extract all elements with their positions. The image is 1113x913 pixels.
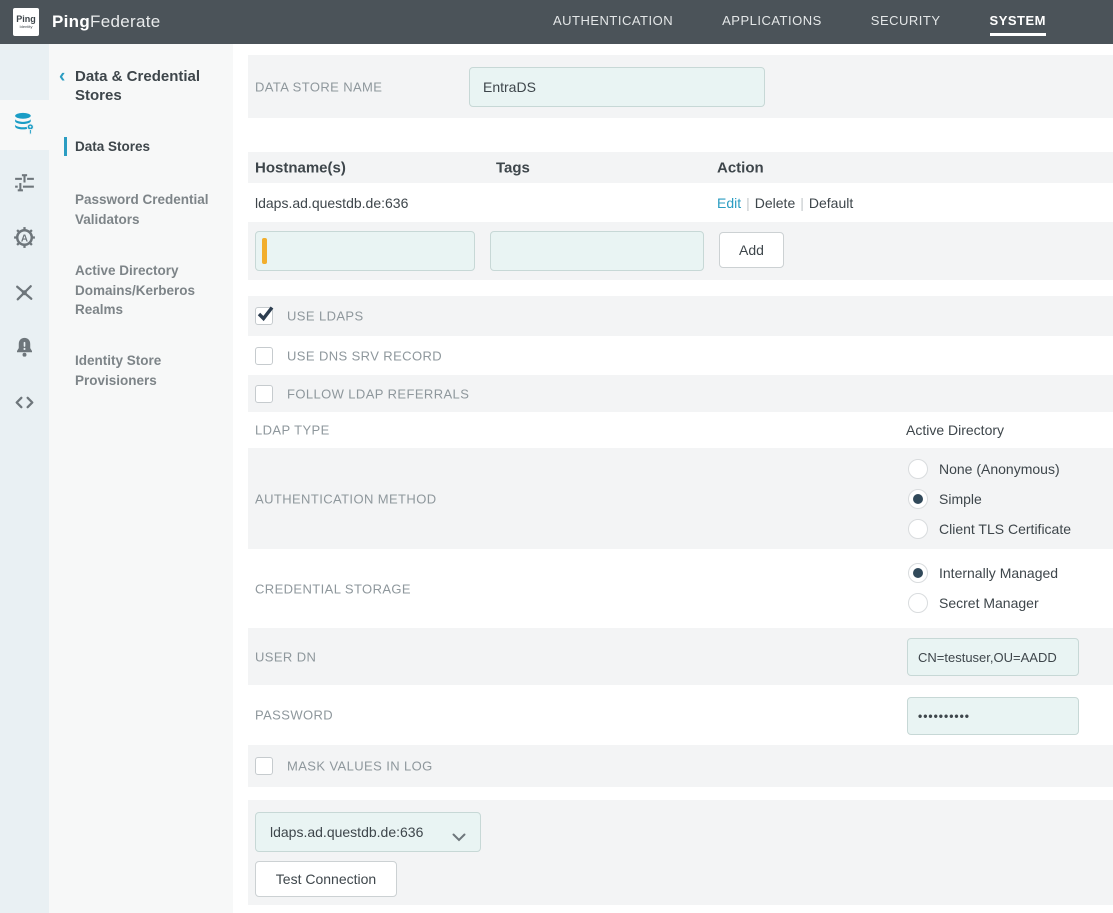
sidebar-title: Data & Credential Stores [75, 68, 215, 106]
radio-option-none-anonymous[interactable]: None (Anonymous) [908, 454, 1071, 484]
credential-storage-row: CREDENTIAL STORAGE Internally Managed Se… [248, 549, 1113, 628]
code-brackets-icon[interactable] [12, 390, 37, 415]
svg-text:A: A [21, 233, 28, 244]
database-key-icon[interactable] [12, 111, 37, 136]
hostname-dropdown-value: ldaps.ad.questdb.de:636 [270, 824, 423, 840]
use-ldaps-label: USE LDAPS [287, 309, 364, 324]
user-dn-row: USER DN [248, 628, 1113, 685]
logo-text: Ping [16, 15, 36, 24]
mask-values-row: MASK VALUES IN LOG [248, 745, 1113, 787]
column-hostnames: Hostname(s) [255, 159, 346, 176]
follow-ldap-referrals-label: FOLLOW LDAP REFERRALS [287, 386, 469, 401]
active-item-bar [64, 137, 67, 156]
password-row: PASSWORD [248, 685, 1113, 745]
data-store-name-row: DATA STORE NAME [248, 55, 1113, 118]
add-button[interactable]: Add [719, 232, 784, 268]
use-ldaps-row: USE LDAPS [248, 296, 1113, 336]
follow-ldap-referrals-row: FOLLOW LDAP REFERRALS [248, 375, 1113, 412]
ldap-type-label: LDAP TYPE [255, 423, 330, 438]
back-chevron-icon[interactable]: ‹ [59, 68, 73, 88]
main-content: DATA STORE NAME Hostname(s) Tags Action … [248, 44, 1113, 913]
credential-storage-options: Internally Managed Secret Manager [908, 549, 1058, 618]
ldap-type-value: Active Directory [906, 422, 1004, 438]
use-dns-srv-label: USE DNS SRV RECORD [287, 348, 442, 363]
radio-option-client-tls-certificate[interactable]: Client TLS Certificate [908, 514, 1071, 544]
secret-manager-label: Secret Manager [939, 595, 1039, 611]
hostname-cell: ldaps.ad.questdb.de:636 [255, 195, 408, 211]
alert-bell-icon[interactable] [12, 335, 37, 360]
radio-option-simple[interactable]: Simple [908, 484, 1071, 514]
main-nav: AUTHENTICATION APPLICATIONS SECURITY SYS… [553, 0, 1113, 44]
client-tls-certificate-label: Client TLS Certificate [939, 521, 1071, 537]
sidebar-item-data-stores[interactable]: Data Stores [75, 137, 223, 157]
add-hostname-row: Add [248, 222, 1113, 280]
delete-link[interactable]: Delete [755, 195, 795, 211]
client-tls-certificate-radio[interactable] [908, 519, 928, 539]
new-hostname-field-wrap [255, 231, 475, 271]
follow-ldap-referrals-checkbox[interactable] [255, 385, 273, 403]
use-ldaps-checkbox[interactable] [255, 307, 273, 325]
new-tags-input[interactable] [490, 231, 704, 271]
nav-security[interactable]: SECURITY [871, 9, 941, 36]
secondary-sidebar: ‹ Data & Credential Stores Data Stores P… [49, 44, 233, 913]
icon-rail: A [0, 44, 49, 913]
edit-link[interactable]: Edit [717, 195, 741, 211]
sidebar-item-identity-store-provisioners[interactable]: Identity Store Provisioners [75, 351, 223, 390]
use-dns-srv-checkbox[interactable] [255, 347, 273, 365]
hostnames-table-header: Hostname(s) Tags Action [248, 152, 1113, 183]
data-store-name-label: DATA STORE NAME [255, 79, 382, 94]
password-input[interactable] [907, 697, 1079, 735]
action-separator: | [795, 195, 809, 211]
new-hostname-input[interactable] [255, 231, 475, 271]
simple-label: Simple [939, 491, 982, 507]
ping-identity-logo: Ping Identity [13, 8, 39, 36]
column-action: Action [717, 159, 764, 176]
gear-a-icon[interactable]: A [12, 225, 37, 250]
internally-managed-radio[interactable] [908, 563, 928, 583]
logo-subtext: Identity [20, 24, 33, 29]
test-connection-button[interactable]: Test Connection [255, 861, 397, 897]
hostname-dropdown[interactable]: ldaps.ad.questdb.de:636 [255, 812, 481, 852]
secret-manager-radio[interactable] [908, 593, 928, 613]
radio-option-secret-manager[interactable]: Secret Manager [908, 588, 1058, 618]
nav-system[interactable]: SYSTEM [990, 9, 1046, 36]
simple-radio[interactable] [908, 489, 928, 509]
use-dns-srv-row: USE DNS SRV RECORD [248, 336, 1113, 375]
user-dn-input[interactable] [907, 638, 1079, 676]
nav-authentication[interactable]: AUTHENTICATION [553, 9, 673, 36]
authentication-method-label: AUTHENTICATION METHOD [255, 491, 437, 506]
user-dn-label: USER DN [255, 649, 316, 664]
sliders-icon[interactable] [12, 170, 37, 195]
password-label: PASSWORD [255, 708, 333, 723]
text-caret [262, 238, 267, 264]
credential-storage-label: CREDENTIAL STORAGE [255, 581, 411, 596]
mask-values-checkbox[interactable] [255, 757, 273, 775]
chevron-down-icon [452, 829, 466, 847]
data-store-name-input[interactable] [469, 67, 765, 107]
sidebar-item-password-credential-validators[interactable]: Password Credential Validators [75, 190, 223, 229]
authentication-method-row: AUTHENTICATION METHOD None (Anonymous) S… [248, 448, 1113, 549]
nav-applications[interactable]: APPLICATIONS [722, 9, 822, 36]
internally-managed-label: Internally Managed [939, 565, 1058, 581]
ldap-type-row: LDAP TYPE Active Directory [248, 412, 1113, 448]
none-anonymous-label: None (Anonymous) [939, 461, 1060, 477]
action-separator: | [741, 195, 755, 211]
table-row: ldaps.ad.questdb.de:636 Edit|Delete|Defa… [248, 183, 1113, 222]
product-title-bold: Ping [52, 12, 90, 31]
mask-values-label: MASK VALUES IN LOG [287, 759, 433, 774]
column-tags: Tags [496, 159, 530, 176]
sidebar-item-ad-domains-kerberos-realms[interactable]: Active Directory Domains/Kerberos Realms [75, 261, 223, 320]
product-title-light: Federate [90, 12, 160, 31]
top-header: Ping Identity PingFederate AUTHENTICATIO… [0, 0, 1113, 44]
none-anonymous-radio[interactable] [908, 459, 928, 479]
radio-option-internally-managed[interactable]: Internally Managed [908, 558, 1058, 588]
action-cell: Edit|Delete|Default [717, 195, 853, 211]
default-link[interactable]: Default [809, 195, 853, 211]
test-connection-section: ldaps.ad.questdb.de:636 Test Connection [248, 800, 1113, 905]
authentication-method-options: None (Anonymous) Simple Client TLS Certi… [908, 448, 1071, 544]
node-connections-icon[interactable] [12, 280, 37, 305]
product-title: PingFederate [52, 0, 160, 44]
